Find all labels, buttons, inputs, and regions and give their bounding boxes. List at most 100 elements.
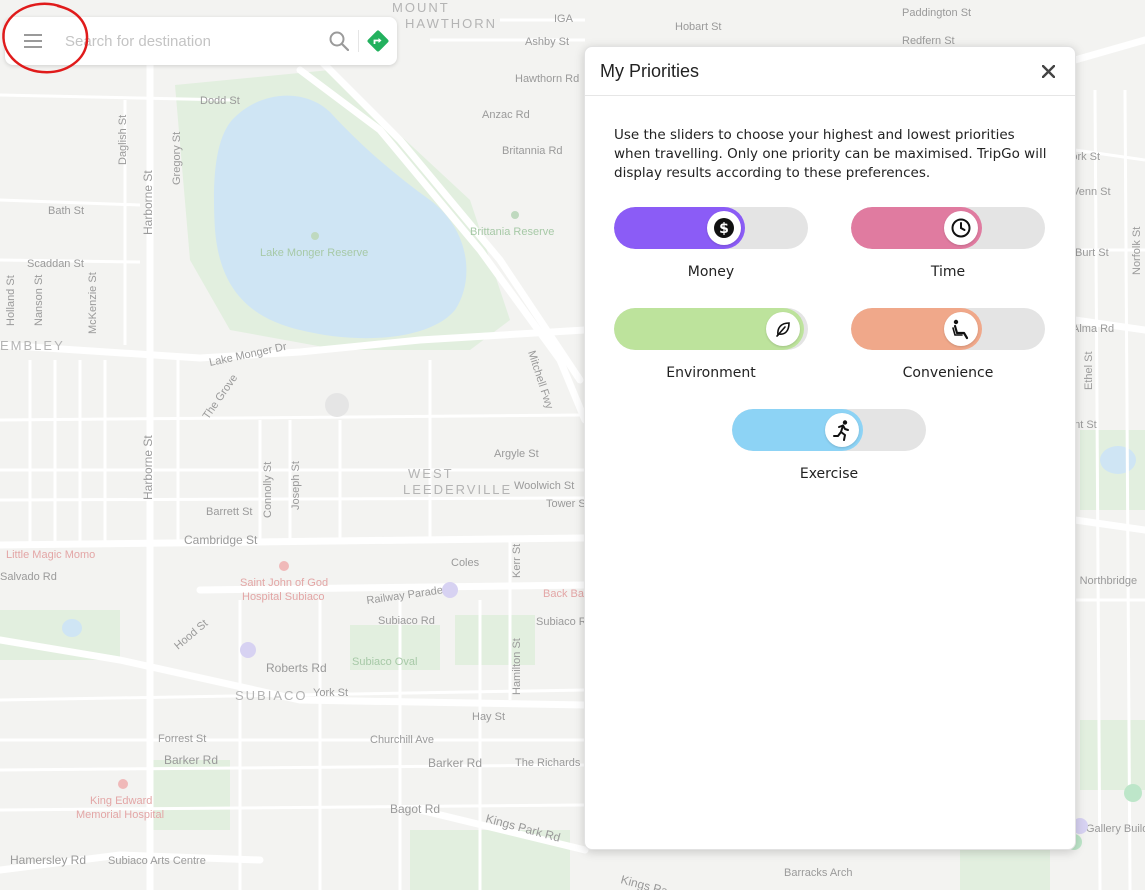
priorities-panel: My Priorities Use the sliders to choose … (584, 46, 1076, 850)
priority-slider-track[interactable] (851, 207, 1045, 249)
running-icon (833, 420, 849, 441)
priority-label: Convenience (902, 365, 994, 381)
clock-icon (951, 218, 971, 238)
svg-text:McKenzie St: McKenzie St (87, 272, 99, 334)
svg-text:Hay St: Hay St (472, 711, 505, 723)
svg-text:The Richards: The Richards (515, 757, 581, 769)
priority-slider-track[interactable]: $ (614, 207, 808, 249)
svg-text:Lake Monger Reserve: Lake Monger Reserve (260, 247, 368, 259)
svg-text:York St: York St (313, 687, 348, 699)
svg-text:Daglish St: Daglish St (117, 115, 129, 165)
svg-text:LEEDERVILLE: LEEDERVILLE (403, 482, 512, 497)
svg-text:Ashby St: Ashby St (525, 36, 569, 48)
panel-header: My Priorities (585, 47, 1075, 96)
svg-text:Dodd St: Dodd St (200, 95, 240, 107)
svg-text:Hawthorn Rd: Hawthorn Rd (515, 73, 579, 85)
svg-text:Subiaco Rd: Subiaco Rd (378, 615, 435, 627)
panel-title: My Priorities (600, 60, 700, 81)
svg-text:Little Magic Momo: Little Magic Momo (6, 549, 95, 561)
svg-text:IGA: IGA (554, 13, 574, 25)
close-button[interactable] (1036, 59, 1060, 83)
svg-text:Anzac Rd: Anzac Rd (482, 109, 530, 121)
directions-icon (367, 30, 389, 52)
leaf-icon (776, 322, 790, 337)
svg-text:Holland St: Holland St (5, 275, 17, 326)
svg-text:Alma Rd: Alma Rd (1072, 323, 1114, 335)
svg-text:EMBLEY: EMBLEY (0, 338, 65, 353)
priority-slider-knob[interactable] (944, 211, 978, 245)
svg-text:$: $ (719, 221, 729, 237)
search-icon (329, 31, 349, 51)
svg-text:Hamilton St: Hamilton St (511, 638, 523, 695)
hamburger-menu-icon (24, 34, 42, 48)
svg-text:Ethel St: Ethel St (1083, 351, 1095, 390)
priority-slider-track[interactable] (732, 409, 926, 451)
svg-text:Churchill Ave: Churchill Ave (370, 734, 434, 746)
search-button[interactable] (320, 17, 358, 65)
svg-text:SUBIACO: SUBIACO (235, 688, 308, 703)
svg-text:Subiaco Oval: Subiaco Oval (352, 656, 417, 668)
priority-environment: Environment (614, 308, 808, 381)
directions-button[interactable] (359, 17, 397, 65)
svg-text:Hospital Subiaco: Hospital Subiaco (242, 591, 325, 603)
svg-text:Barrett St: Barrett St (206, 506, 252, 518)
svg-text:Connolly St: Connolly St (262, 462, 274, 518)
svg-text:Venn St: Venn St (1072, 186, 1111, 198)
svg-text:Nanson St: Nanson St (33, 275, 45, 326)
svg-text:Salvado Rd: Salvado Rd (0, 571, 57, 583)
dollar-icon: $ (714, 218, 734, 238)
svg-text:Barracks Arch: Barracks Arch (784, 867, 852, 879)
svg-text:Saint John of God: Saint John of God (240, 577, 328, 589)
svg-text:Tower St: Tower St (546, 498, 589, 510)
svg-text:Bath St: Bath St (48, 205, 84, 217)
svg-text:Forrest St: Forrest St (158, 733, 206, 745)
priority-exercise: Exercise (732, 409, 926, 482)
svg-text:Cambridge St: Cambridge St (184, 533, 258, 547)
svg-text:Harborne St: Harborne St (141, 170, 155, 235)
svg-text:Gallery Buildi: Gallery Buildi (1086, 823, 1145, 835)
menu-button[interactable] (5, 17, 61, 65)
svg-text:Barker Rd: Barker Rd (428, 756, 482, 770)
priority-label: Environment (666, 365, 756, 381)
svg-text:Roberts Rd: Roberts Rd (266, 661, 327, 675)
svg-text:MOUNT: MOUNT (392, 0, 450, 15)
priority-slider-track[interactable] (614, 308, 808, 350)
svg-text:Bagot Rd: Bagot Rd (390, 802, 440, 816)
close-icon (1041, 64, 1055, 78)
svg-text:Kerr St: Kerr St (511, 544, 523, 578)
seat-icon (952, 319, 969, 340)
priority-money: $ Money (614, 207, 808, 280)
svg-text:Scaddan St: Scaddan St (27, 258, 84, 270)
svg-text:Woolwich St: Woolwich St (514, 480, 574, 492)
svg-text:Hobart St: Hobart St (675, 21, 721, 33)
svg-text:Barker Rd: Barker Rd (164, 753, 218, 767)
svg-text:Joseph St: Joseph St (290, 461, 302, 510)
priority-label: Time (930, 264, 966, 280)
svg-text:Paddington St: Paddington St (902, 7, 971, 19)
priority-slider-knob[interactable]: $ (707, 211, 741, 245)
search-bar (5, 17, 397, 65)
svg-text:King Edward: King Edward (90, 795, 152, 807)
priority-slider-knob[interactable] (944, 312, 978, 346)
priority-time: Time (851, 207, 1045, 280)
svg-text:WEST: WEST (408, 466, 454, 481)
panel-description: Use the sliders to choose your highest a… (614, 127, 1047, 181)
search-input[interactable] (61, 26, 320, 56)
svg-text:Memorial Hospital: Memorial Hospital (76, 809, 164, 821)
priority-slider-knob[interactable] (825, 413, 859, 447)
svg-text:Back Ba: Back Ba (543, 588, 585, 600)
svg-text:Hamersley Rd: Hamersley Rd (10, 853, 86, 867)
priority-label: Exercise (799, 466, 859, 482)
priority-convenience: Convenience (851, 308, 1045, 381)
priority-slider-track[interactable] (851, 308, 1045, 350)
svg-text:Britannia Rd: Britannia Rd (502, 145, 563, 157)
svg-text:Burt St: Burt St (1075, 247, 1109, 259)
svg-text:HAWTHORN: HAWTHORN (405, 16, 497, 31)
svg-text:Gregory St: Gregory St (171, 132, 183, 185)
svg-text:Subiaco Arts Centre: Subiaco Arts Centre (108, 855, 206, 867)
svg-text:Coles: Coles (451, 557, 480, 569)
svg-text:el Northbridge: el Northbridge (1068, 575, 1137, 587)
svg-text:Norfolk St: Norfolk St (1131, 227, 1143, 275)
priority-slider-knob[interactable] (766, 312, 800, 346)
svg-text:Brittania Reserve: Brittania Reserve (470, 226, 554, 238)
